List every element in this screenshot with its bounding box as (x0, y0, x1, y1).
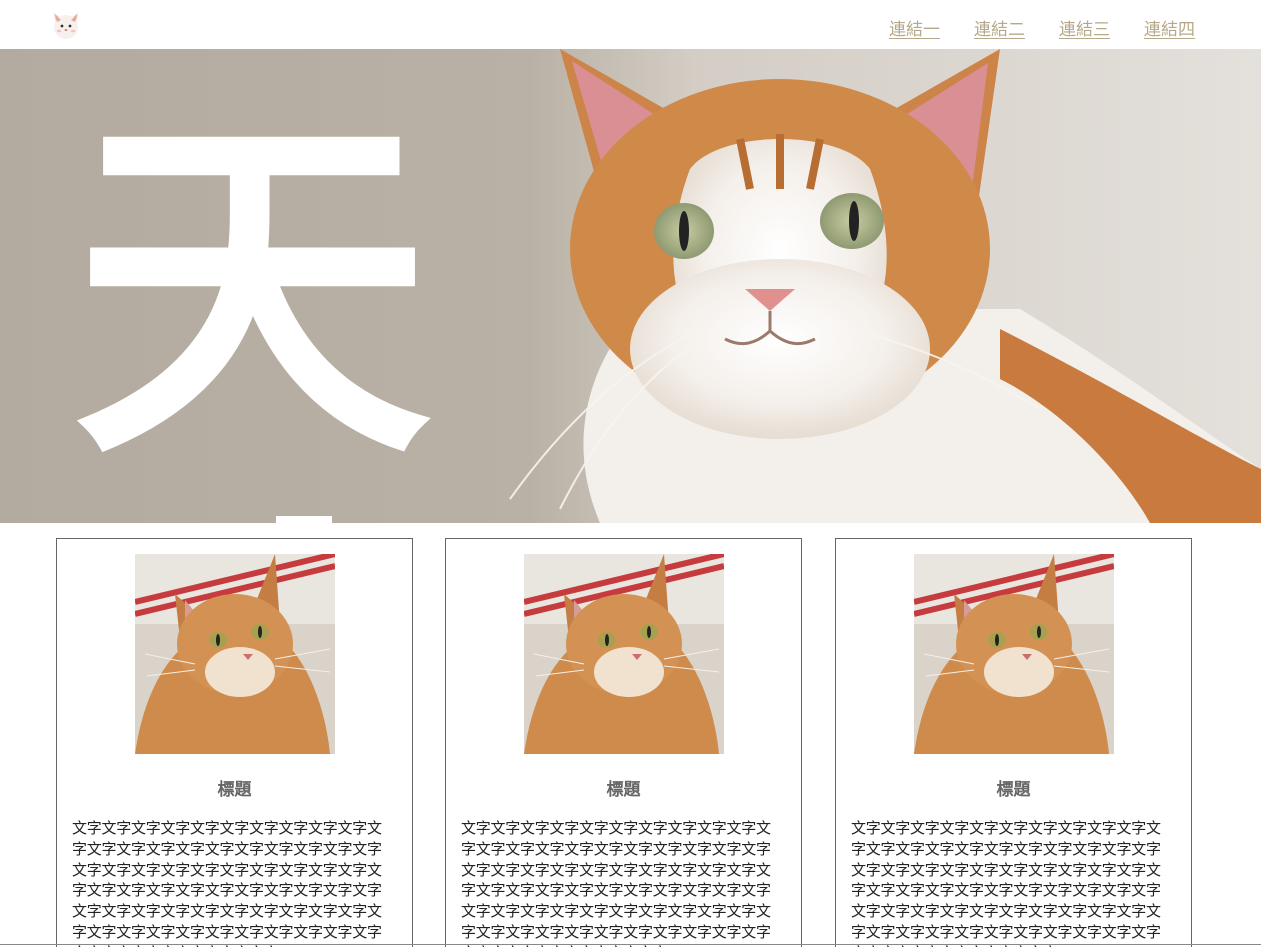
nav-link-2[interactable]: 連結二 (974, 15, 1025, 40)
nav-link-4[interactable]: 連結四 (1144, 15, 1195, 40)
page: 連結一 連結二 連結三 連結四 天 標題 文字文字文字文字文字文字文字文字文字文… (0, 0, 1261, 947)
hero-banner: 天 (0, 49, 1261, 523)
card-3: 標題 文字文字文字文字文字文字文字文字文字文字文字文字文字文字文字文字文字文字文… (835, 538, 1192, 947)
card-text: 文字文字文字文字文字文字文字文字文字文字文字文字文字文字文字文字文字文字文字文字… (851, 819, 1161, 947)
card-text: 文字文字文字文字文字文字文字文字文字文字文字文字文字文字文字文字文字文字文字文字… (461, 819, 771, 947)
orange-cat-photo (524, 554, 724, 754)
card-image (135, 554, 335, 754)
orange-cat-photo (135, 554, 335, 754)
card-title: 標題 (217, 780, 252, 800)
orange-cat-photo (914, 554, 1114, 754)
card-text: 文字文字文字文字文字文字文字文字文字文字文字文字文字文字文字文字文字文字文字文字… (72, 819, 382, 947)
hero-overlay-char: 天 (72, 83, 432, 502)
nav-link-3[interactable]: 連結三 (1059, 15, 1110, 40)
card-2: 標題 文字文字文字文字文字文字文字文字文字文字文字文字文字文字文字文字文字文字文… (445, 538, 802, 947)
cat-face-icon[interactable] (50, 9, 82, 41)
cat-hero-image: 天 (0, 49, 1261, 523)
main-nav: 連結一 連結二 連結三 連結四 (889, 15, 1195, 40)
nav-link-1[interactable]: 連結一 (889, 15, 940, 40)
site-header: 連結一 連結二 連結三 連結四 (0, 0, 1261, 49)
card-title: 標題 (996, 780, 1031, 800)
card-image (524, 554, 724, 754)
card-1: 標題 文字文字文字文字文字文字文字文字文字文字文字文字文字文字文字文字文字文字文… (56, 538, 413, 947)
card-image (914, 554, 1114, 754)
card-title: 標題 (606, 780, 641, 800)
